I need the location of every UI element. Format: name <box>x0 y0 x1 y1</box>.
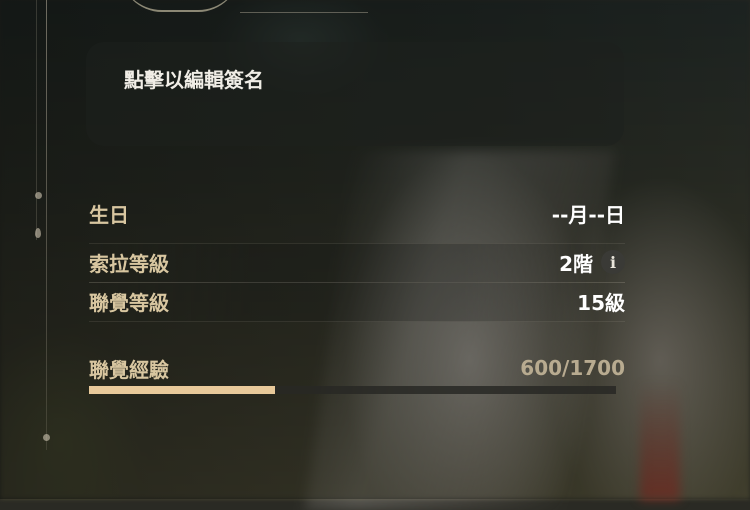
birthday-row: 生日 --月--日 <box>89 195 625 231</box>
info-icon[interactable]: i <box>601 250 625 274</box>
rail-ornament <box>35 192 42 199</box>
synesthesia-level-label: 聯覺等級 <box>89 290 169 315</box>
exp-progress-bar <box>89 386 616 394</box>
rail-ornament <box>35 228 41 238</box>
synesthesia-level-row: 聯覺等級 15級 <box>89 283 625 319</box>
exp-progress-fill <box>89 386 275 394</box>
signature-box[interactable]: 點擊以編輯簽名 <box>86 42 624 146</box>
sora-level-row: 索拉等級 2階 i <box>89 244 625 280</box>
synesthesia-level-value: 15級 <box>577 290 625 315</box>
decorative-rail <box>46 0 47 450</box>
signature-placeholder: 點擊以編輯簽名 <box>124 68 264 92</box>
birthday-label: 生日 <box>89 202 129 227</box>
sora-level-value-group: 2階 i <box>559 248 625 277</box>
synesthesia-exp-row: 聯覺經驗 600/1700 <box>89 350 625 386</box>
synesthesia-exp-label: 聯覺經驗 <box>89 357 169 382</box>
decorative-rail-secondary <box>36 0 37 240</box>
birthday-value: --月--日 <box>551 202 625 227</box>
divider-line <box>240 12 368 13</box>
synesthesia-exp-value: 600/1700 <box>520 356 625 380</box>
sora-level-label: 索拉等級 <box>89 251 169 276</box>
rail-ornament <box>43 434 50 441</box>
sora-level-value: 2階 <box>559 251 593 276</box>
